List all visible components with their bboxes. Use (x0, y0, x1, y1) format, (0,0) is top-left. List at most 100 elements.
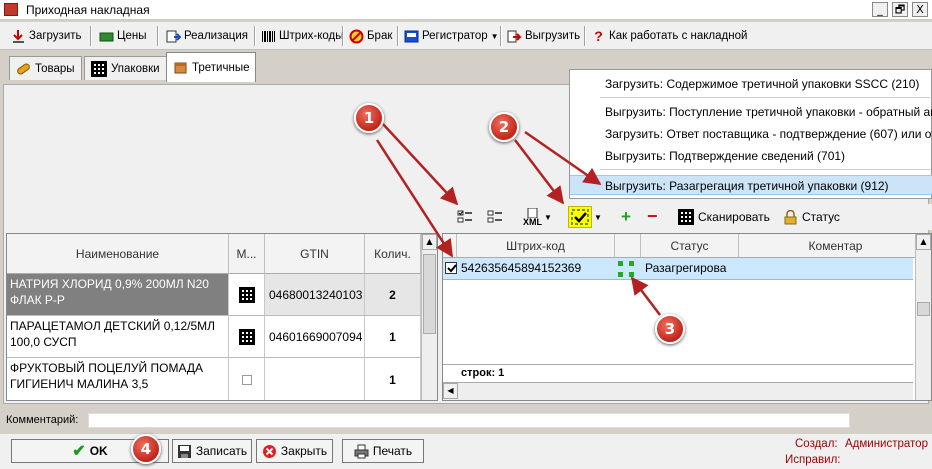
floppy-icon (177, 444, 192, 459)
tab-packages[interactable]: Упаковки (84, 56, 167, 80)
tertiary-table: Штрих-код Статус Коментар 54263564589415… (442, 233, 932, 401)
cell-gtin: 04680013240103 (265, 274, 365, 315)
printer-icon (354, 444, 369, 459)
goods-table: Наименование М... GTIN Колич. НАТРИЯ ХЛО… (6, 233, 438, 401)
cell-status: Разагрегирова (645, 261, 727, 275)
column-header-status[interactable]: Статус (641, 234, 739, 258)
column-header-comment[interactable]: Коментар (739, 234, 931, 258)
disaggregated-status-icon (617, 260, 635, 278)
prices-label: Цены (117, 30, 147, 42)
callout-badge-1: 1 (354, 103, 384, 133)
cell-name: ФРУКТОВЫЙ ПОЦЕЛУЙ ПОМАДА ГИГИЕНИЧ МАЛИНА… (7, 358, 229, 400)
menu-item-upload-confirmation[interactable]: Выгрузить: Подтверждение сведений (701) (570, 146, 932, 166)
barcodes-button[interactable]: Штрих-коды (258, 25, 347, 47)
xml-dropdown[interactable]: XML ▼ (523, 204, 552, 230)
scroll-thumb[interactable] (917, 302, 930, 316)
tertiary-toolbar: XML ▼ ▼ + − Сканировать Статус (447, 204, 932, 230)
column-header-gtin[interactable]: GTIN (265, 234, 365, 274)
select-all-icon[interactable] (457, 209, 472, 224)
close-window-button[interactable]: X (912, 2, 928, 17)
left-grid-scrollbar[interactable]: ▲ (421, 234, 437, 400)
save-label: Записать (195, 444, 248, 458)
scroll-left-icon[interactable]: ◀ (443, 383, 458, 399)
menu-separator (600, 169, 930, 170)
realization-label: Реализация (184, 30, 248, 42)
cell-marking (229, 358, 265, 400)
deselect-all-icon[interactable] (487, 209, 502, 224)
upload-button[interactable]: Выгрузить (504, 25, 583, 47)
maximize-button[interactable]: 🗗 (892, 2, 908, 17)
pill-icon (16, 61, 31, 76)
tab-goods-label: Товары (35, 62, 75, 75)
add-button[interactable]: + (621, 207, 631, 227)
barcodes-label: Штрих-коды (279, 30, 344, 42)
cell-qty: 2 (365, 274, 421, 315)
column-header-name[interactable]: Наименование (7, 234, 229, 274)
main-toolbar: Загрузить Цены Реализация Штрих-коды Бра… (0, 22, 932, 50)
menu-item-load-sscc[interactable]: Загрузить: Содержимое третичной упаковки… (570, 74, 932, 94)
horizontal-scrollbar[interactable]: ◀ (443, 382, 913, 400)
print-button[interactable]: Печать (342, 439, 424, 463)
menu-item-upload-disaggregation[interactable]: Выгрузить: Разагрегация третичной упаков… (570, 175, 932, 195)
tab-tertiary-label: Третичные (192, 61, 250, 74)
save-button[interactable]: Записать (172, 439, 252, 463)
tab-goods[interactable]: Товары (9, 56, 82, 80)
tab-tertiary[interactable]: Третичные (166, 52, 257, 82)
row-count: строк: 1 (461, 367, 505, 379)
chevron-down-icon: ▼ (594, 212, 602, 222)
datamatrix-icon (91, 60, 107, 77)
cell-marking (229, 316, 265, 357)
menu-item-upload-receipt[interactable]: Выгрузить: Поступление третичной упаковк… (570, 102, 932, 122)
realization-button[interactable]: Реализация (163, 25, 251, 47)
title-bar: Приходная накладная _ 🗗 X (0, 0, 932, 20)
defect-button[interactable]: Брак (346, 25, 395, 47)
registrar-dropdown[interactable]: Регистратор ▼ (401, 25, 502, 47)
status-button[interactable]: Статус (783, 204, 840, 230)
mdlp-exchange-dropdown[interactable]: ▼ (568, 205, 602, 229)
cell-marking (229, 274, 265, 315)
column-header-marking[interactable]: М... (229, 234, 265, 274)
edited-by-label: Исправил: (785, 454, 841, 466)
scroll-thumb[interactable] (423, 254, 436, 334)
registrar-label: Регистратор (422, 30, 488, 42)
scan-button[interactable]: Сканировать (678, 204, 770, 230)
table-row[interactable]: НАТРИЯ ХЛОРИД 0,9% 200МЛ N20 ФЛАК Р-Р 04… (7, 274, 421, 316)
upload-icon (507, 29, 522, 44)
empty-checkbox-icon[interactable] (241, 374, 252, 385)
minimize-button[interactable]: _ (872, 2, 888, 17)
close-icon (262, 444, 277, 459)
close-button[interactable]: Закрыть (256, 439, 333, 463)
column-header-qty[interactable]: Колич. (365, 234, 421, 274)
box-icon (173, 60, 188, 75)
prices-button[interactable]: Цены (96, 25, 150, 47)
help-button[interactable]: ? Как работать с накладной (588, 25, 750, 47)
registrar-icon (404, 29, 419, 44)
checkmark-icon: ✔ (72, 443, 86, 460)
row-checkbox[interactable] (445, 262, 457, 274)
column-header-icon (615, 234, 641, 258)
menu-item-load-supplier-answer[interactable]: Загрузить: Ответ поставщика - подтвержде… (570, 124, 932, 144)
comment-label: Комментарий: (6, 414, 79, 426)
upload-label: Выгрузить (525, 30, 581, 42)
table-row[interactable]: ФРУКТОВЫЙ ПОЦЕЛУЙ ПОМАДА ГИГИЕНИЧ МАЛИНА… (7, 358, 421, 400)
datamatrix-icon (678, 209, 694, 225)
right-grid-scrollbar[interactable]: ▲ (915, 234, 931, 400)
cell-name: ПАРАЦЕТАМОЛ ДЕТСКИЙ 0,12/5МЛ 100,0 СУСП (7, 316, 229, 357)
tab-packages-label: Упаковки (111, 62, 160, 75)
app-icon (4, 3, 18, 16)
chevron-down-icon: ▼ (490, 31, 499, 41)
money-icon (99, 29, 114, 44)
column-header-barcode[interactable]: Штрих-код (457, 234, 615, 258)
lock-icon (783, 209, 798, 225)
table-row[interactable]: ПАРАЦЕТАМОЛ ДЕТСКИЙ 0,12/5МЛ 100,0 СУСП … (7, 316, 421, 358)
table-row[interactable]: 542635645894152369 Разагрегирова (443, 258, 913, 280)
remove-button[interactable]: − (647, 206, 658, 227)
realization-icon (166, 29, 182, 44)
load-button[interactable]: Загрузить (8, 25, 85, 47)
menu-separator (600, 97, 930, 98)
scroll-up-icon[interactable]: ▲ (422, 234, 437, 250)
scroll-up-icon[interactable]: ▲ (916, 234, 931, 250)
grid-footer: строк: 1 (443, 364, 913, 382)
created-by-label: Создал: (795, 438, 838, 450)
comment-input[interactable] (88, 413, 850, 428)
